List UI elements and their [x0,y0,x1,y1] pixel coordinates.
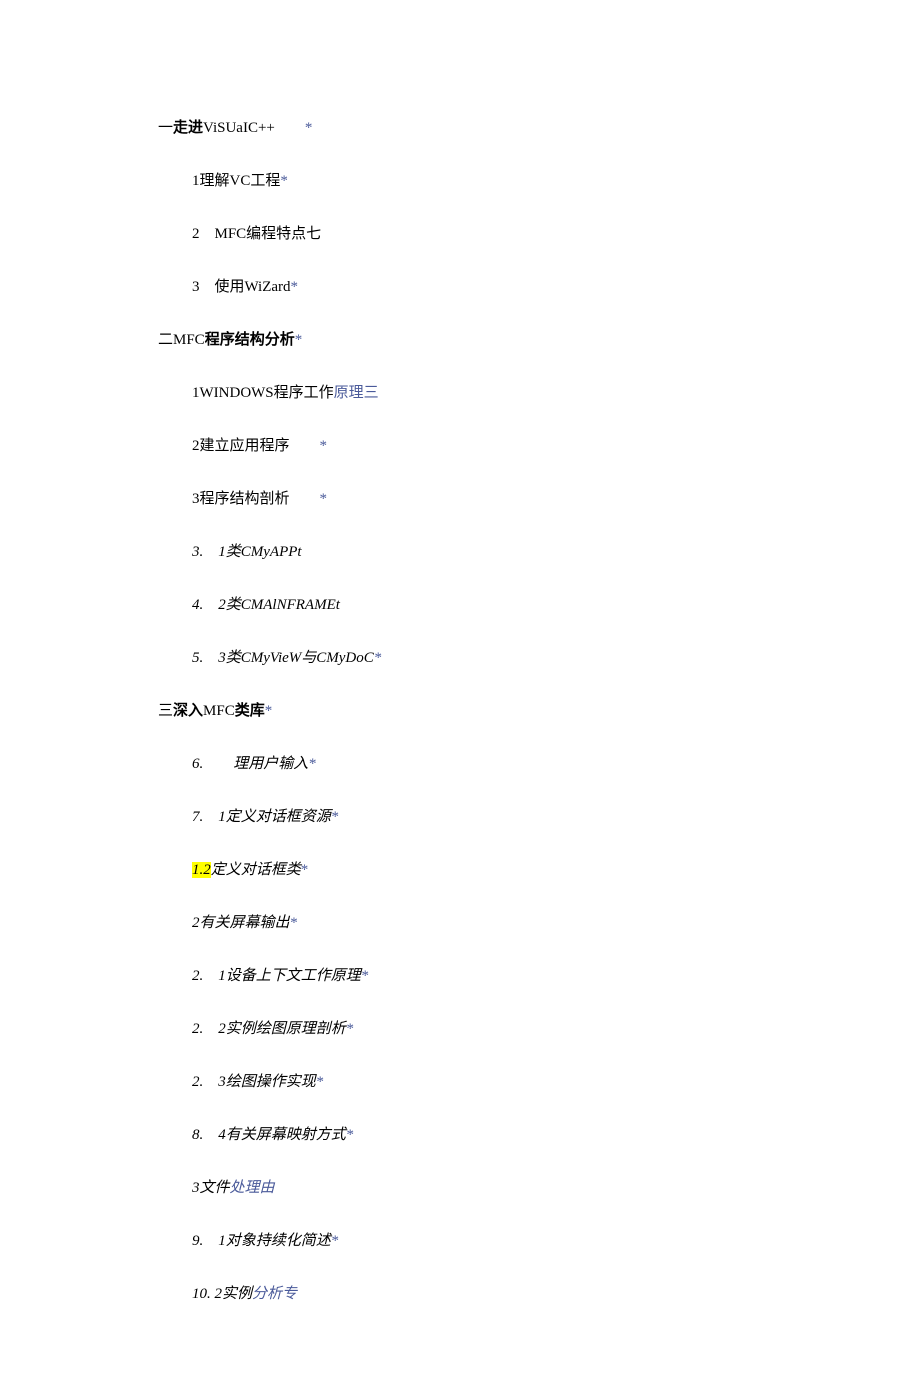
star: * [346,1021,354,1037]
toc-item: 3程序结构剖析 * [192,489,880,510]
toc-item: 8. 4有关屏幕映射方式* [192,1125,880,1146]
item-text: 2. 3绘图操作实现 [192,1074,316,1090]
star: * [291,279,299,295]
item-text: 6. 理用户输入 [192,756,308,772]
heading-2: 二MFC程序结构分析* [158,330,880,351]
heading-text: MFC [203,703,235,719]
star: * [331,1233,339,1249]
toc-item: 6. 理用户输入* [192,754,880,775]
heading-bold2: 类库 [235,703,265,719]
star: * [305,120,313,136]
heading-prefix: 一 [158,120,173,136]
document-page: 一走进ViSUaIC++* 1理解VC工程* 2 MFC编程特点七 3 使用Wi… [0,0,920,1377]
toc-item: 1理解VC工程* [192,171,880,192]
item-text: 3. 1类CMyAPPt [192,544,302,560]
toc-item: 4. 2类CMAlNFRAMEt [192,595,880,616]
toc-item: 3 使用WiZard* [192,277,880,298]
item-link[interactable]: 原理三 [334,385,379,401]
star: * [320,491,328,507]
heading-bold: 深入 [173,703,203,719]
toc-item: 9. 1对象持续化简述* [192,1231,880,1252]
toc-item: 2. 3绘图操作实现* [192,1072,880,1093]
item-text: 3 使用WiZard [192,279,291,295]
toc-item: 3. 1类CMyAPPt [192,542,880,563]
item-text: 1WINDOWS程序工作 [192,385,334,401]
toc-item: 2 MFC编程特点七 [192,224,880,245]
star: * [295,332,303,348]
item-text: 3程序结构剖析 [192,491,290,507]
item-text: 2建立应用程序 [192,438,290,454]
star: * [290,915,298,931]
item-text: 10. 2实例 [192,1286,252,1302]
item-text: 2. 1设备上下文工作原理 [192,968,361,984]
star: * [361,968,369,984]
heading-text: ViSUaIC++ [203,120,275,136]
item-link[interactable]: 处理由 [230,1180,275,1196]
item-text: 2 MFC编程特点七 [192,226,321,242]
item-text: 定义对话框类 [211,862,301,878]
star: * [331,809,339,825]
item-text: 8. 4有关屏幕映射方式 [192,1127,346,1143]
heading-3: 三深入MFC类库* [158,701,880,722]
item-text: 9. 1对象持续化简述 [192,1233,331,1249]
item-text: 3文件 [192,1180,230,1196]
item-link[interactable]: 分析专 [252,1286,297,1302]
item-text: 7. 1定义对话框资源 [192,809,331,825]
item-text: 5. 3类CMyVieW与CMyDoC [192,650,374,666]
star: * [301,862,309,878]
toc-item: 1WINDOWS程序工作原理三 [192,383,880,404]
item-text: 2. 2实例绘图原理剖析 [192,1021,346,1037]
star: * [308,756,316,772]
heading-1: 一走进ViSUaIC++ * [158,118,880,139]
star: * [374,650,382,666]
toc-item: 2有关屏幕输出* [192,913,880,934]
item-text: 4. 2类CMAlNFRAMEt [192,597,340,613]
star: * [320,438,328,454]
toc-item: 10. 2实例分析专 [192,1284,880,1305]
toc-item: 1.2定义对话框类* [192,860,880,881]
star: * [346,1127,354,1143]
toc-item: 2. 2实例绘图原理剖析* [192,1019,880,1040]
heading-bold: 走进 [173,120,203,136]
toc-item: 7. 1定义对话框资源* [192,807,880,828]
heading-prefix: 三 [158,703,173,719]
star: * [316,1074,324,1090]
toc-item: 5. 3类CMyVieW与CMyDoC* [192,648,880,669]
item-text: 1理解VC工程 [192,173,280,189]
star: * [265,703,273,719]
toc-item: 2. 1设备上下文工作原理* [192,966,880,987]
heading-bold: 程序结构分析 [205,332,295,348]
item-text: 2有关屏幕输出 [192,915,290,931]
toc-item: 3文件处理由 [192,1178,880,1199]
toc-item: 2建立应用程序 * [192,436,880,457]
heading-prefix: 二MFC [158,332,205,348]
star: * [280,173,288,189]
highlighted-text: 1.2 [192,862,211,878]
